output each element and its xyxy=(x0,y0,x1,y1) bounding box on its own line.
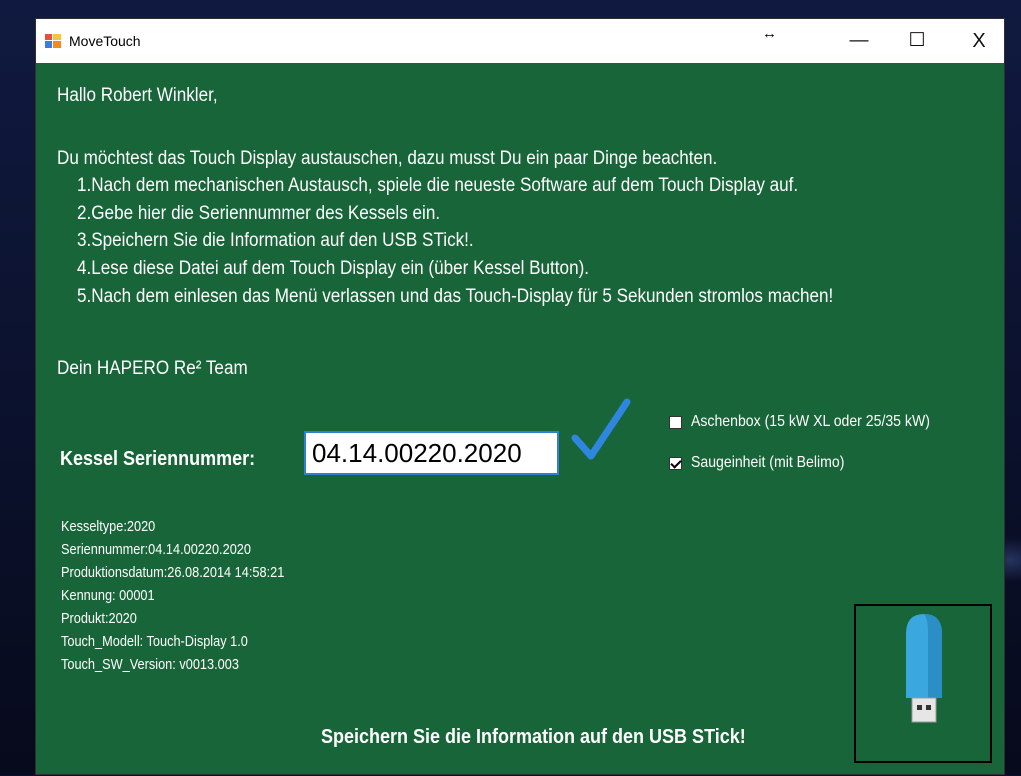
title-bar[interactable]: MoveTouch ↔ — ☐ X xyxy=(36,19,1004,63)
main-content: Hallo Robert Winkler, Du möchtest das To… xyxy=(36,63,1004,776)
save-to-usb-button[interactable] xyxy=(854,604,992,763)
usb-stick-icon xyxy=(906,614,942,723)
close-button[interactable]: X xyxy=(956,19,1002,63)
checkmark-icon xyxy=(571,398,631,460)
suction-unit-label: Saugeinheit (mit Belimo) xyxy=(691,454,845,471)
greeting-text: Hallo Robert Winkler, xyxy=(57,85,218,106)
movetouch-window: MoveTouch ↔ — ☐ X Hallo Robert Winkler, … xyxy=(35,18,1005,775)
instruction-step: 1.Nach dem mechanischen Austausch, spiel… xyxy=(77,175,799,196)
app-icon xyxy=(45,34,61,48)
intro-text: Du möchtest das Touch Display austausche… xyxy=(57,148,718,169)
maximize-button[interactable]: ☐ xyxy=(894,19,940,63)
window-title: MoveTouch xyxy=(69,33,141,49)
save-to-usb-label[interactable]: Speichern Sie die Information auf den US… xyxy=(321,726,746,749)
info-line: Produkt:2020 xyxy=(61,610,137,627)
info-line: Kesseltype:2020 xyxy=(61,518,156,535)
instruction-step: 4.Lese diese Datei auf dem Touch Display… xyxy=(77,258,590,279)
instruction-step: 2.Gebe hier die Seriennummer des Kessels… xyxy=(77,203,441,224)
info-line: Seriennummer:04.14.00220.2020 xyxy=(61,541,251,558)
serial-number-label: Kessel Seriennummer: xyxy=(60,448,256,470)
suction-unit-checkbox[interactable] xyxy=(669,456,682,470)
suction-unit-option[interactable]: Saugeinheit (mit Belimo) xyxy=(669,453,865,473)
instruction-step: 5.Nach dem einlesen das Menü verlassen u… xyxy=(77,286,834,307)
info-line: Touch_SW_Version: v0013.003 xyxy=(61,656,239,673)
info-line: Kennung: 00001 xyxy=(61,587,155,604)
ash-box-option[interactable]: Aschenbox (15 kW XL oder 25/35 kW) xyxy=(669,412,963,432)
info-line: Touch_Modell: Touch-Display 1.0 xyxy=(61,633,248,650)
ash-box-checkbox[interactable] xyxy=(669,415,682,429)
resize-arrows-icon: ↔ xyxy=(762,25,777,42)
signature-text: Dein HAPERO Re² Team xyxy=(57,358,248,379)
serial-number-input[interactable] xyxy=(304,431,559,475)
ash-box-label: Aschenbox (15 kW XL oder 25/35 kW) xyxy=(691,413,930,430)
instruction-step: 3.Speichern Sie die Information auf den … xyxy=(77,230,474,251)
info-line: Produktionsdatum:26.08.2014 14:58:21 xyxy=(61,564,285,581)
minimize-button[interactable]: — xyxy=(836,19,882,63)
